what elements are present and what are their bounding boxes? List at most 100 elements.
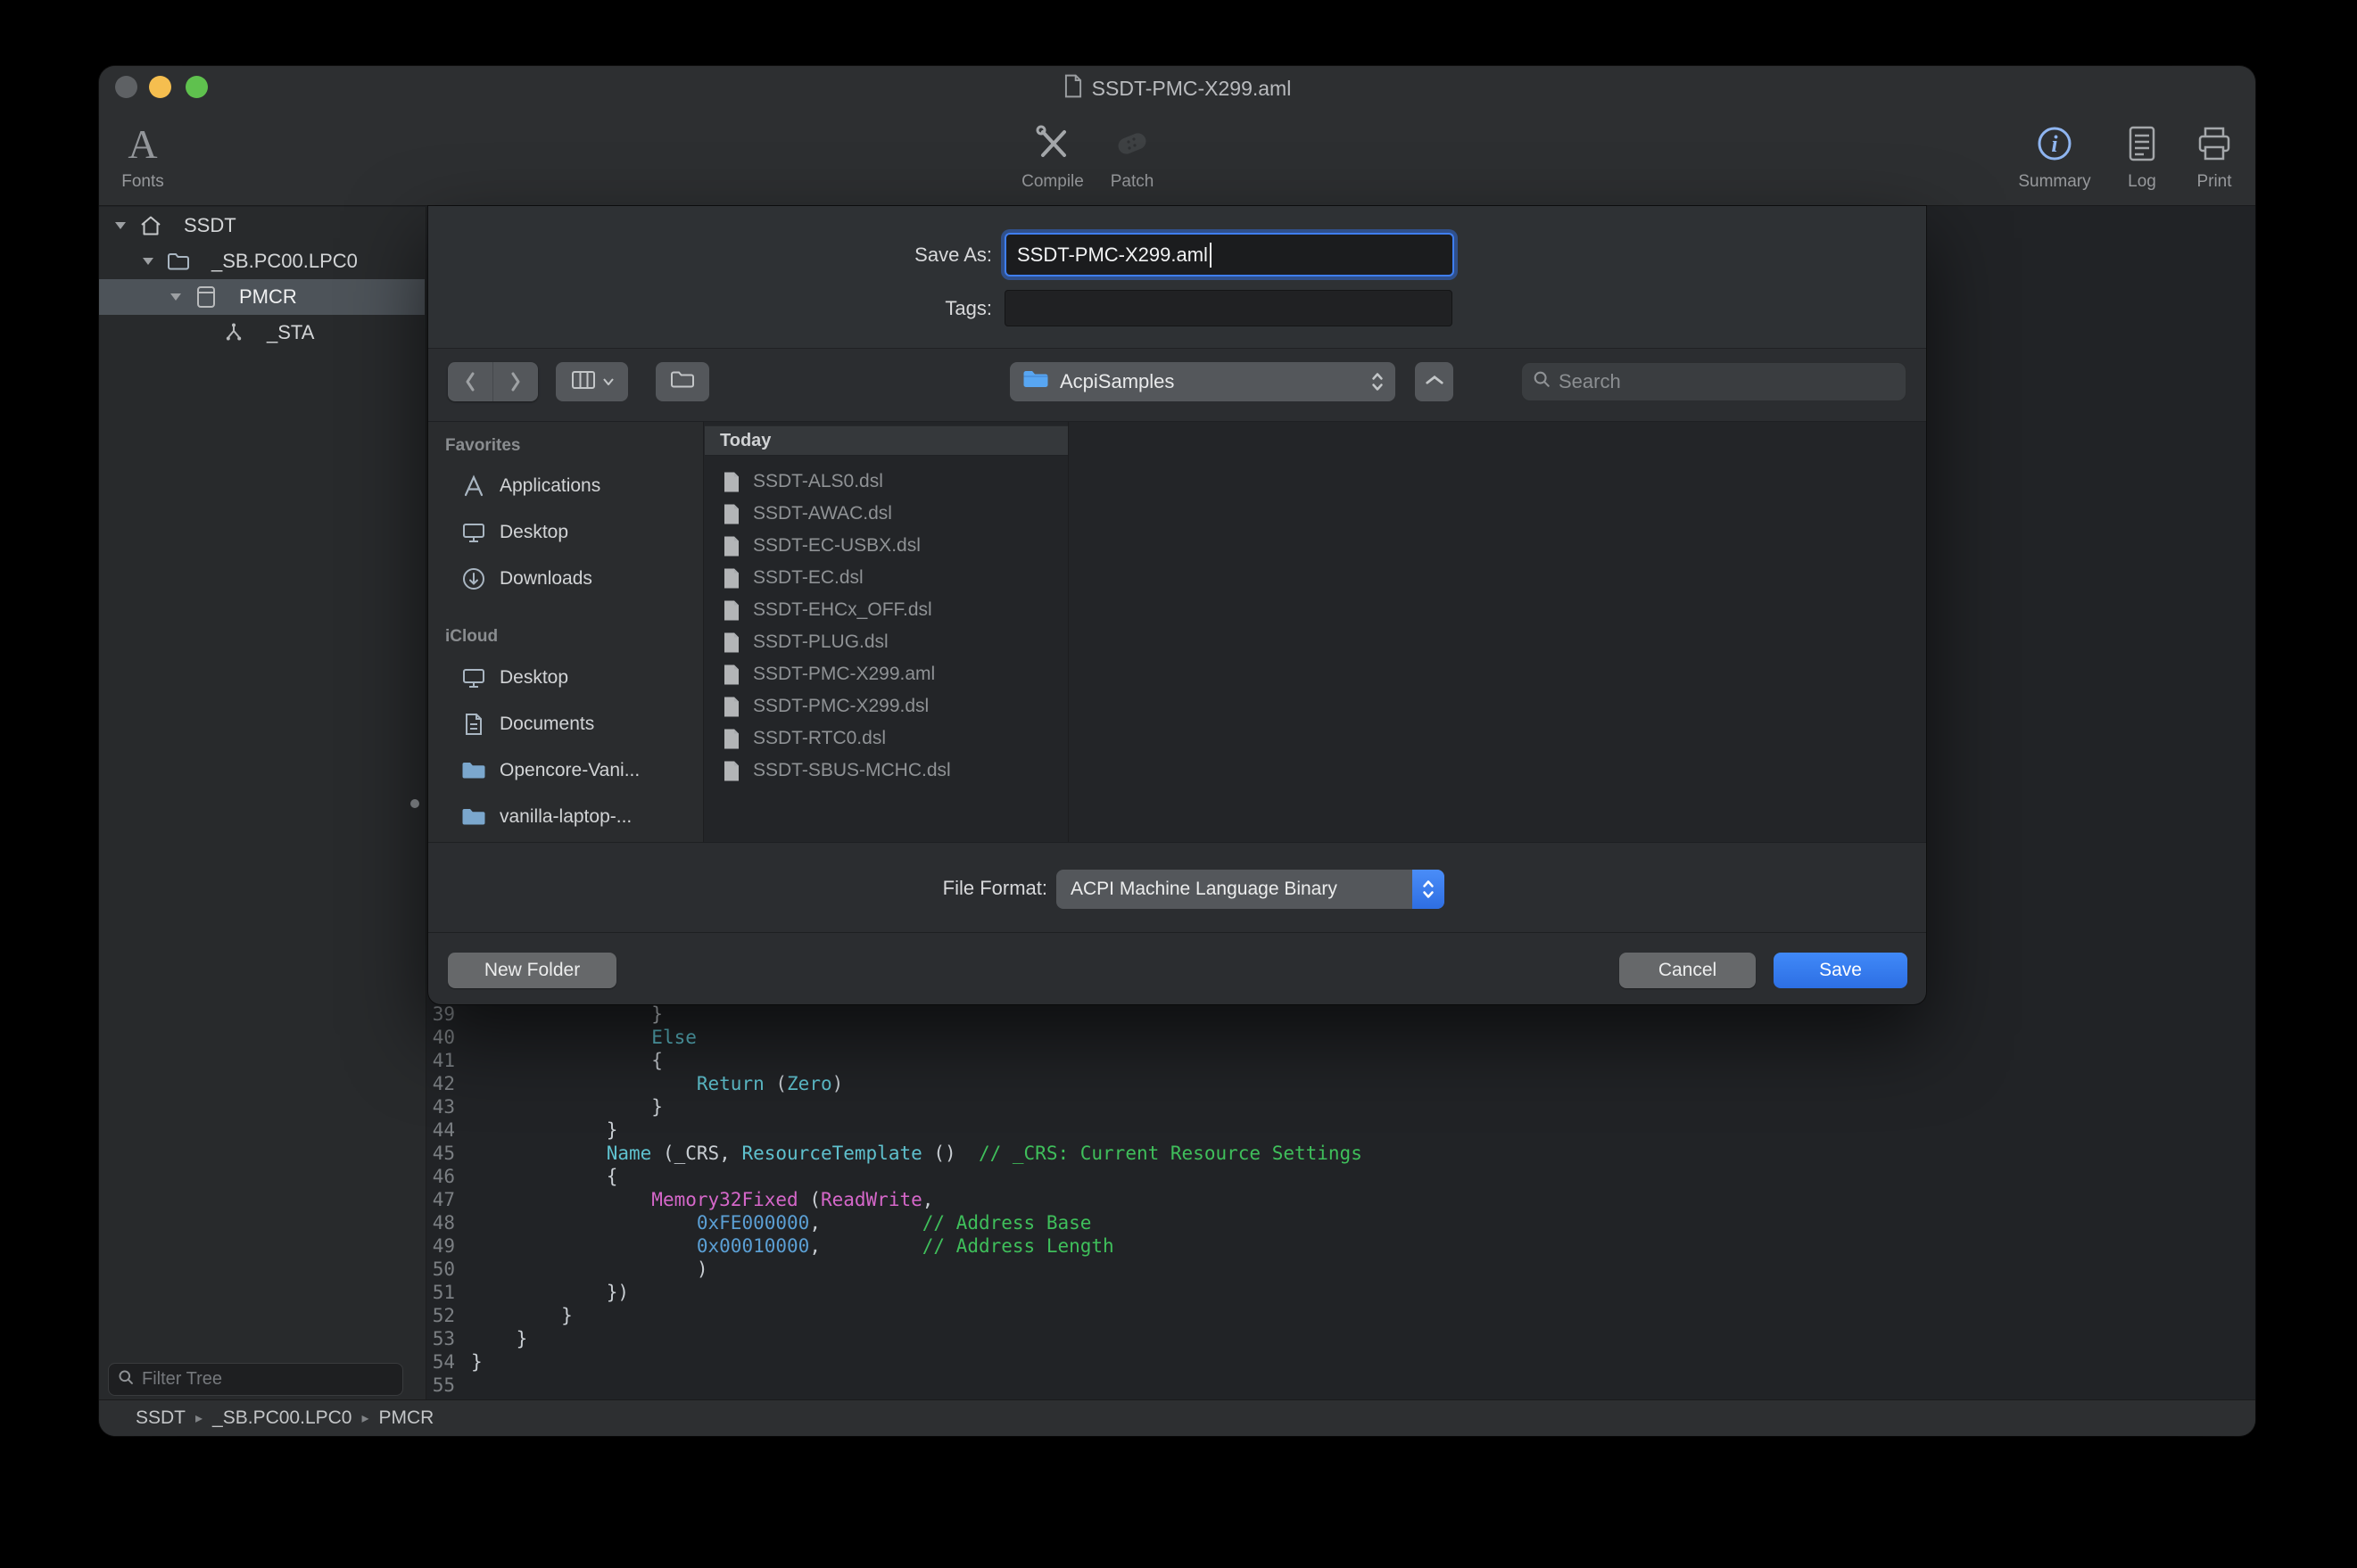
titlebar[interactable]: SSDT-PMC-X299.aml A Fonts Compile Patch …: [99, 66, 2255, 206]
patch-icon: [1111, 120, 1154, 168]
file-name: SSDT-RTC0.dsl: [753, 728, 886, 749]
sidebar-item-applications[interactable]: Applications: [428, 463, 703, 509]
breadcrumb-segment[interactable]: SSDT: [136, 1407, 186, 1429]
code-token: [471, 1143, 607, 1164]
document-icon: [723, 567, 740, 590]
summary-button[interactable]: i Summary: [2010, 120, 2099, 192]
file-name: SSDT-ALS0.dsl: [753, 471, 883, 492]
tree-item-pmcr[interactable]: PMCR: [99, 279, 425, 315]
sidebar-item-desktop[interactable]: Desktop: [428, 655, 703, 701]
code-token: ReadWrite: [821, 1189, 922, 1210]
sidebar-item-downloads[interactable]: Downloads: [428, 556, 703, 602]
new-folder-button[interactable]: New Folder: [448, 953, 616, 988]
file-row-ssdt-ec-usbx-dsl[interactable]: SSDT-EC-USBX.dsl: [705, 530, 1068, 562]
code-line: 53 }: [427, 1327, 2255, 1350]
file-name: SSDT-PLUG.dsl: [753, 631, 889, 653]
line-number: 55: [427, 1374, 455, 1397]
filter-tree-input[interactable]: Filter Tree: [108, 1363, 403, 1396]
folder-icon: [166, 252, 191, 271]
file-row-ssdt-pmc-x299-dsl[interactable]: SSDT-PMC-X299.dsl: [705, 690, 1068, 722]
filename-value: SSDT-PMC-X299.aml: [1017, 243, 1208, 267]
forward-button[interactable]: [492, 362, 538, 401]
file-format-popup[interactable]: ACPI Machine Language Binary: [1056, 870, 1444, 909]
fonts-button[interactable]: A Fonts: [99, 120, 187, 192]
file-name: SSDT-EHCx_OFF.dsl: [753, 599, 932, 621]
breadcrumb-segment[interactable]: _SB.PC00.LPC0: [212, 1407, 351, 1429]
window-title-area: SSDT-PMC-X299.aml: [99, 66, 2255, 111]
favorites-list: Applications DesktopDownloads: [428, 463, 703, 602]
location-popup[interactable]: AcpiSamples: [1010, 362, 1395, 401]
search-input[interactable]: Search: [1521, 362, 1906, 401]
breadcrumb-segment[interactable]: PMCR: [379, 1407, 434, 1429]
line-number: 48: [427, 1211, 455, 1234]
line-number: 50: [427, 1258, 455, 1281]
fonts-icon: A: [128, 120, 157, 168]
tree-item-label: PMCR: [239, 285, 297, 309]
back-button[interactable]: [448, 362, 492, 401]
disclosure-triangle-icon[interactable]: [163, 293, 188, 301]
save-dialog-header: [428, 206, 1926, 349]
filter-tree-placeholder: Filter Tree: [142, 1369, 222, 1390]
document-icon: [723, 696, 740, 718]
print-button[interactable]: Print: [2170, 120, 2255, 192]
disclosure-triangle-icon[interactable]: [136, 257, 161, 266]
printer-icon: [2194, 120, 2235, 168]
code-token: ): [471, 1259, 708, 1280]
view-mode-button[interactable]: [556, 362, 628, 401]
file-row-ssdt-rtc0-dsl[interactable]: SSDT-RTC0.dsl: [705, 722, 1068, 755]
tree-item-sta[interactable]: _STA: [99, 315, 425, 351]
save-dialog: Save As: SSDT-PMC-X299.aml Tags:: [428, 206, 1926, 1004]
sidebar-item-opencore-vani[interactable]: Opencore-Vani...: [428, 747, 703, 794]
disclosure-triangle-icon[interactable]: [108, 221, 133, 230]
method-icon: [221, 322, 246, 343]
sidebar-item-desktop[interactable]: Desktop: [428, 509, 703, 556]
compile-button[interactable]: Compile: [1008, 120, 1097, 192]
file-row-ssdt-als0-dsl[interactable]: SSDT-ALS0.dsl: [705, 466, 1068, 498]
document-icon: [723, 631, 740, 654]
desktop-icon: [460, 521, 487, 544]
splitter-handle[interactable]: [410, 799, 419, 808]
code-token: 0xFE000000: [697, 1212, 809, 1234]
tree-item-ssdt[interactable]: SSDT: [99, 208, 425, 243]
acpi-tree-sidebar: SSDT_SB.PC00.LPC0 PMCR _STA Filter Tree: [99, 207, 426, 1399]
code-token: [471, 1212, 697, 1234]
save-button[interactable]: Save: [1774, 953, 1907, 988]
chevron-up-icon: [1425, 374, 1444, 390]
cancel-button[interactable]: Cancel: [1619, 953, 1756, 988]
sidebar-item-vanilla-laptop[interactable]: vanilla-laptop-...: [428, 794, 703, 840]
file-row-ssdt-awac-dsl[interactable]: SSDT-AWAC.dsl: [705, 498, 1068, 530]
code-line: 46 {: [427, 1165, 2255, 1188]
code-line: 52 }: [427, 1304, 2255, 1327]
dialog-button-bar: New Folder Cancel Save: [428, 932, 1926, 1004]
breadcrumb-separator: ▸: [195, 1409, 203, 1427]
patch-button[interactable]: Patch: [1088, 120, 1177, 192]
code-token: }: [471, 1305, 573, 1326]
parent-folder-button[interactable]: [1415, 362, 1453, 401]
folder-icon: [669, 370, 696, 394]
code-token: ResourceTemplate: [741, 1143, 922, 1164]
documents-icon: [460, 712, 487, 737]
code-token: [471, 1027, 651, 1048]
code-token: }: [471, 1119, 617, 1141]
tree-item-sb-pc00-lpc0[interactable]: _SB.PC00.LPC0: [99, 243, 425, 279]
file-row-ssdt-ec-dsl[interactable]: SSDT-EC.dsl: [705, 562, 1068, 594]
file-row-ssdt-pmc-x299-aml[interactable]: SSDT-PMC-X299.aml: [705, 658, 1068, 690]
tags-input[interactable]: [1005, 290, 1452, 326]
info-icon: i: [2035, 120, 2074, 168]
file-row-ssdt-plug-dsl[interactable]: SSDT-PLUG.dsl: [705, 626, 1068, 658]
document-icon: [1063, 74, 1083, 103]
sidebar-item-label: Applications: [500, 475, 600, 497]
code-token: Name: [607, 1143, 652, 1164]
code-token: ,: [809, 1235, 922, 1257]
group-items-button[interactable]: [656, 362, 709, 401]
text-caret: [1210, 243, 1212, 268]
applications-icon: [460, 475, 487, 498]
code-token: [471, 1235, 697, 1257]
compile-label: Compile: [1021, 172, 1084, 192]
file-row-ssdt-sbus-mchc-dsl[interactable]: SSDT-SBUS-MCHC.dsl: [705, 755, 1068, 787]
file-row-ssdt-ehcx-off-dsl[interactable]: SSDT-EHCx_OFF.dsl: [705, 594, 1068, 626]
log-label: Log: [2128, 172, 2156, 192]
sidebar-item-documents[interactable]: Documents: [428, 701, 703, 747]
code-token: // Address Length: [922, 1235, 1114, 1257]
filename-input[interactable]: SSDT-PMC-X299.aml: [1005, 233, 1454, 276]
